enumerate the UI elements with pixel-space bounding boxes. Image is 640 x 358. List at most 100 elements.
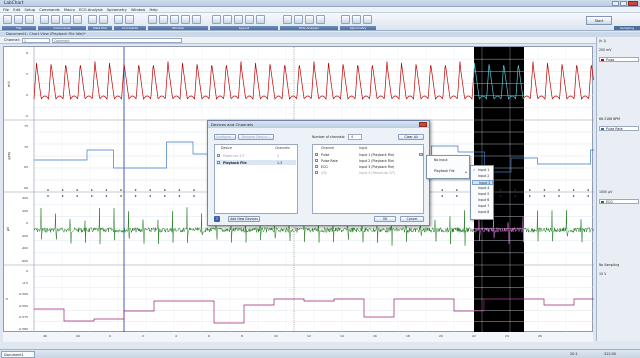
x-tick-label: 6 (208, 334, 210, 338)
layout-grid-icon[interactable] (234, 15, 243, 24)
beat-marker (499, 195, 502, 197)
y-unit-label: BPM (7, 152, 12, 160)
beat-marker (558, 189, 560, 191)
start-button[interactable]: Start (586, 16, 612, 25)
channel-name-4[interactable]: QTy (321, 171, 327, 175)
beat-marker (178, 195, 181, 197)
beat-marker (61, 189, 64, 191)
spirometry-table-icon[interactable] (363, 15, 372, 24)
document-tab[interactable]: Document1 (1, 351, 35, 358)
menu-input-4[interactable]: Input 4 (472, 186, 493, 191)
channel-input-1[interactable]: Input 1 (Playback File) (359, 153, 394, 157)
channel-range-4[interactable]: 10 V (599, 272, 639, 277)
channel-input-2[interactable]: Input 2 (Playback File) (359, 159, 394, 163)
close-button[interactable] (628, 1, 638, 6)
datapad-icon[interactable] (88, 15, 97, 24)
ecg-color-swatch (601, 201, 604, 203)
add-new-devices-button[interactable]: Add New Devices (228, 216, 260, 222)
help-icon[interactable]: ? (214, 216, 220, 222)
layout-split-icon[interactable] (256, 15, 265, 24)
comment-input[interactable]: Comment (52, 38, 182, 43)
open-icon[interactable] (14, 15, 23, 24)
device-name-2[interactable]: Playback File (223, 161, 247, 165)
channel-controls: (k 1) 200 mV Pulse 66.3168 BPM Pulse Rat… (596, 37, 640, 341)
menu-input-3[interactable]: Input 3 (472, 180, 493, 185)
menu-input-7[interactable]: Input 7 (472, 204, 493, 209)
layout-stack-icon[interactable] (223, 15, 232, 24)
ok-button[interactable]: OK (374, 216, 396, 222)
menu-input-1[interactable]: Input 1 (472, 168, 493, 173)
channel-checkbox-2[interactable]: ✓ (315, 159, 319, 163)
xy-view-icon[interactable] (170, 15, 179, 24)
comment-icon[interactable] (40, 15, 49, 24)
new-icon[interactable] (3, 15, 12, 24)
device-checkbox-2[interactable]: ✓ (217, 161, 221, 165)
channel-name-3[interactable]: ECG (321, 165, 328, 169)
beat-marker (164, 195, 166, 197)
group-file: File (2, 26, 36, 30)
menu-playback-file[interactable]: Playback File (428, 169, 468, 174)
configure-button[interactable]: Configure... (214, 134, 236, 140)
save-icon[interactable] (25, 15, 34, 24)
comments-add-icon[interactable] (125, 15, 134, 24)
zoom-view-icon[interactable] (181, 15, 190, 24)
layout-tile-icon[interactable] (212, 15, 221, 24)
input-dropdown-1[interactable] (419, 153, 423, 156)
channel-name-3[interactable]: ECG (599, 199, 639, 204)
y-tick-label: 400 (22, 196, 28, 200)
menu-no-input[interactable]: No Input (428, 158, 468, 163)
channel-checkbox-4[interactable] (315, 171, 318, 174)
zoom-level[interactable]: 20:1 (570, 352, 578, 356)
ecg-average-icon[interactable] (316, 15, 325, 24)
marker-icon[interactable] (62, 15, 71, 24)
datapad-add-icon[interactable] (99, 15, 108, 24)
channel-checkbox-3[interactable]: ✓ (315, 165, 319, 169)
layout-fit-icon[interactable] (245, 15, 254, 24)
rename-device-button[interactable]: Rename Device... (238, 134, 274, 140)
ecg-settings-icon[interactable] (283, 15, 292, 24)
channel-name-1[interactable]: Pulse (321, 153, 329, 157)
menu-input-6[interactable]: Input 6 (472, 198, 493, 203)
ecg-beat-icon[interactable] (294, 15, 303, 24)
channel-input-4[interactable]: Input 4 (PowerLab 2/T) (359, 171, 395, 175)
spectrum-view-icon[interactable] (192, 15, 201, 24)
clear-all-button[interactable]: Clear All (398, 134, 424, 140)
channel-name-2[interactable]: Pulse Rate (599, 126, 639, 131)
device-checkbox-1[interactable] (217, 154, 220, 157)
macro-icon[interactable] (51, 15, 60, 24)
chart-view-icon[interactable] (148, 15, 157, 24)
channel-name-1[interactable]: Pulse (599, 57, 639, 62)
channel-select[interactable]: 1 (22, 38, 50, 43)
channel-readout-2: 66.3168 BPM (599, 117, 621, 121)
beat-marker (558, 195, 560, 197)
channel-range-1[interactable]: 200 mV (599, 48, 639, 53)
command-icon[interactable] (73, 15, 82, 24)
beat-marker (61, 195, 64, 197)
beat-marker (47, 189, 49, 191)
spirometry-loop-icon[interactable] (352, 15, 361, 24)
input-submenu: Input 1 Input 2 Input 3 Input 4 Input 5 … (470, 165, 494, 220)
comments-icon[interactable] (114, 15, 123, 24)
maximize-button[interactable] (620, 1, 627, 6)
scope-view-icon[interactable] (159, 15, 168, 24)
beat-marker (134, 195, 137, 197)
menu-input-2[interactable]: Input 2 (472, 174, 493, 179)
channel-name-2[interactable]: Pulse Rate (321, 159, 338, 163)
channel-readout-1: (k 1) (599, 39, 607, 43)
minimize-button[interactable] (612, 1, 619, 6)
x-tick-label: 0 (109, 334, 111, 338)
dialog-close-button[interactable] (419, 122, 427, 127)
beat-marker (572, 195, 575, 197)
menu-input-5[interactable]: Input 5 (472, 192, 493, 197)
cancel-button[interactable]: Cancel (400, 216, 424, 222)
ecg-table-icon[interactable] (305, 15, 314, 24)
beat-marker (543, 195, 546, 197)
beat-marker (456, 195, 458, 197)
menu-input-8[interactable]: Input 8 (472, 210, 493, 215)
num-channels-input[interactable]: 4 (348, 134, 362, 140)
channel-checkbox-1[interactable]: ✓ (315, 153, 319, 157)
spirometry-settings-icon[interactable] (341, 15, 350, 24)
channel-input-3[interactable]: Input 3 (Playback File) (359, 165, 394, 169)
device-name-1[interactable]: PowerLab 2/T (223, 154, 244, 158)
device-list: Device Channels PowerLab 2/T 4 ✓ Playbac… (214, 144, 298, 214)
